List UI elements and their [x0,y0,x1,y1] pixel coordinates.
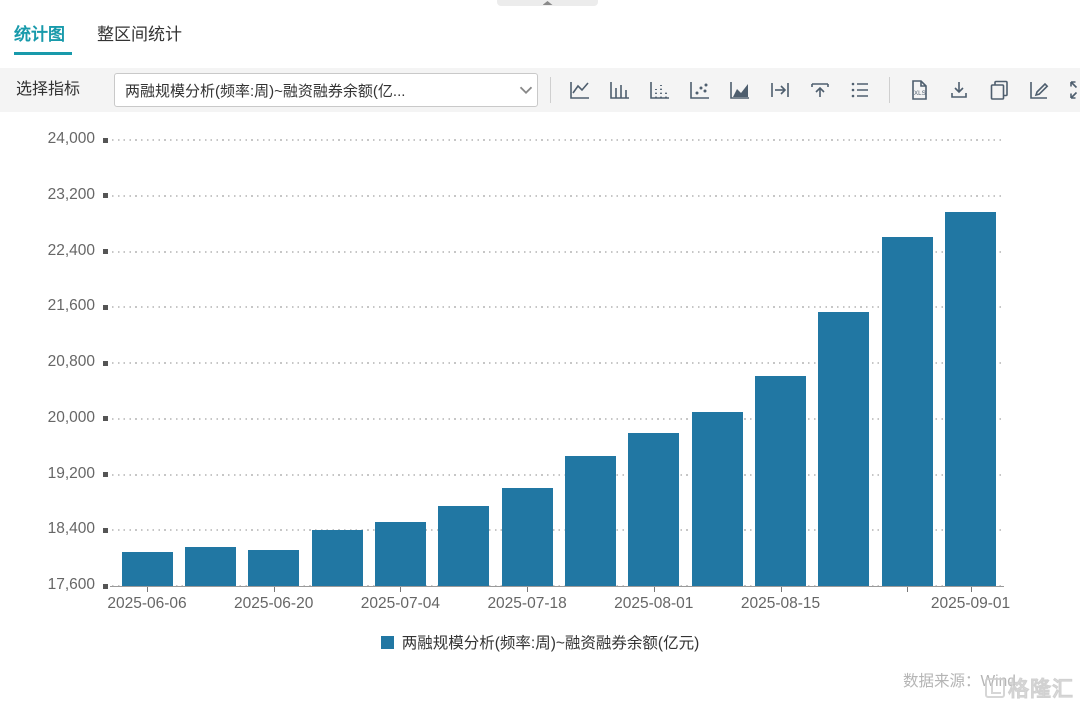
x-axis-label: 2025-06-20 [214,595,334,613]
bar[interactable] [122,552,173,586]
x-tick [654,587,655,592]
x-axis-label: 2025-09-01 [911,595,1031,613]
y-gridline [112,195,1004,197]
chart-toolbar-icons: XLS [548,68,1080,112]
bar[interactable] [692,412,743,586]
area-chart-icon[interactable] [727,77,753,103]
x-axis-label: 2025-06-06 [87,595,207,613]
svg-text:XLS: XLS [914,90,926,97]
bar[interactable] [565,456,616,586]
bar[interactable] [628,433,679,586]
x-axis-label: 2025-07-04 [340,595,460,613]
x-axis-line [110,586,1004,587]
y-axis-label: 19,200 [8,465,95,483]
shift-right-icon[interactable] [767,77,793,103]
bar[interactable] [248,550,299,586]
x-tick [400,587,401,592]
indicator-select[interactable]: 两融规模分析(频率:周)~融资融券余额(亿... [114,73,538,107]
bar[interactable] [312,530,363,586]
bar[interactable] [818,312,869,586]
watermark-text: 格隆汇 [1008,673,1074,703]
toolbar-divider [550,77,551,103]
y-tick-marker [103,361,108,366]
gelonghui-watermark: 格隆汇 [985,673,1074,703]
y-gridline [112,585,1004,587]
y-tick-marker [103,584,108,589]
copy-icon[interactable] [986,77,1012,103]
bar[interactable] [945,212,996,586]
align-top-icon[interactable] [807,77,833,103]
y-gridline [112,139,1004,141]
legend-label: 两融规模分析(频率:周)~融资融券余额(亿元) [402,631,700,653]
y-axis-label: 21,600 [8,297,95,315]
indicator-label: 选择指标 [16,68,80,112]
bar-chart-icon[interactable] [607,77,633,103]
y-axis-label: 23,200 [8,186,95,204]
y-axis-label: 22,400 [8,242,95,260]
x-tick [147,587,148,592]
y-tick-marker [103,193,108,198]
legend-swatch [381,636,394,649]
y-gridline [112,418,1004,420]
list-settings-icon[interactable] [847,77,873,103]
y-tick-marker [103,138,108,143]
y-axis-label: 18,400 [8,520,95,538]
bar[interactable] [882,237,933,586]
gelonghui-logo-icon [985,678,1005,698]
x-tick [971,587,972,592]
y-tick-marker [103,528,108,533]
statistics-panel: 统计图 整区间统计 选择指标 两融规模分析(频率:周)~融资融券余额(亿... [0,0,1080,706]
y-axis-label: 20,000 [8,409,95,427]
x-axis-label: 2025-07-18 [467,595,587,613]
x-axis-label: 2025-08-15 [721,595,841,613]
xls-export-icon[interactable]: XLS [906,77,932,103]
y-axis-label: 20,800 [8,353,95,371]
toolbar-divider [889,77,890,103]
y-gridline [112,474,1004,476]
y-gridline [112,306,1004,308]
legend: 两融规模分析(频率:周)~融资融券余额(亿元) [0,631,1080,653]
indicator-select-value: 两融规模分析(频率:周)~融资融券余额(亿... [115,80,515,101]
collapse-icon [543,1,553,5]
download-icon[interactable] [946,77,972,103]
y-gridline [112,529,1004,531]
bar[interactable] [185,547,236,586]
x-tick [907,587,908,592]
top-handle[interactable] [497,0,598,6]
y-tick-marker [103,416,108,421]
dotted-bar-chart-icon[interactable] [647,77,673,103]
y-tick-marker [103,472,108,477]
y-gridline [112,362,1004,364]
tab-bar: 统计图 整区间统计 [0,12,1080,62]
x-axis-label: 2025-08-01 [594,595,714,613]
tab-range-statistics[interactable]: 整区间统计 [97,20,182,45]
fullscreen-icon[interactable] [1066,77,1080,103]
y-axis-label: 24,000 [8,130,95,148]
x-tick [781,587,782,592]
y-axis-label: 17,600 [8,576,95,594]
chevron-down-icon [515,79,537,101]
active-tab-underline [14,52,72,55]
line-chart-icon[interactable] [567,77,593,103]
bar[interactable] [438,506,489,586]
x-tick [527,587,528,592]
y-tick-marker [103,305,108,310]
toolbar: 选择指标 两融规模分析(频率:周)~融资融券余额(亿... [0,68,1080,112]
y-gridline [112,251,1004,253]
edit-chart-icon[interactable] [1026,77,1052,103]
bar[interactable] [375,522,426,586]
scatter-chart-icon[interactable] [687,77,713,103]
y-tick-marker [103,249,108,254]
tab-statistics-chart[interactable]: 统计图 [14,20,65,45]
x-tick [274,587,275,592]
bar[interactable] [502,488,553,586]
bar[interactable] [755,376,806,586]
